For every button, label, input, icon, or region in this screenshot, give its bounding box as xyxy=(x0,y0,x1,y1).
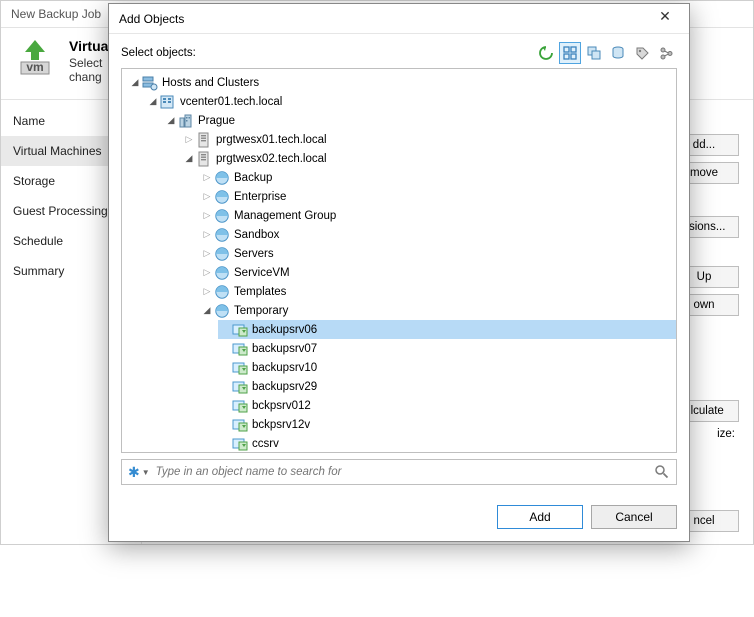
expand-icon[interactable]: ▷ xyxy=(200,267,214,278)
tree-item-label: backupsrv07 xyxy=(252,343,317,355)
tree-row[interactable]: backupsrv29 xyxy=(218,377,676,396)
tree-item-label: Templates xyxy=(234,286,286,298)
pool-icon xyxy=(214,227,230,243)
dialog-titlebar: Add Objects ✕ xyxy=(109,4,689,34)
tree-row[interactable]: ▷ ServiceVM xyxy=(200,263,676,282)
tree-item-label: vcenter01.tech.local xyxy=(180,96,282,108)
tree-item-label: bckpsrv12v xyxy=(252,419,310,431)
pool-icon xyxy=(214,170,230,186)
pool-icon xyxy=(214,303,230,319)
expand-icon[interactable]: ▷ xyxy=(200,248,214,259)
svg-text:vm: vm xyxy=(26,60,43,74)
collapse-icon[interactable]: ◢ xyxy=(164,115,178,126)
expand-icon[interactable]: ▷ xyxy=(182,134,196,145)
tree-row[interactable]: backupsrv07 xyxy=(218,339,676,358)
view-datastores-icon[interactable] xyxy=(607,42,629,64)
collapse-icon[interactable]: ◢ xyxy=(200,305,214,316)
view-hierarchy-icon[interactable] xyxy=(655,42,677,64)
search-star-icon: ✱ xyxy=(128,464,140,481)
tree-row[interactable]: ◢ vcenter01.tech.local xyxy=(146,92,676,111)
tree-row[interactable]: ▷ Servers xyxy=(200,244,676,263)
tree-row[interactable]: bckpsrv12v xyxy=(218,415,676,434)
tree-row[interactable]: ▷ Backup xyxy=(200,168,676,187)
banner-title: Virtual xyxy=(69,38,112,54)
pool-icon xyxy=(214,208,230,224)
vm-icon xyxy=(232,322,248,338)
dialog-cancel-button[interactable]: Cancel xyxy=(591,505,677,529)
vm-icon xyxy=(232,417,248,433)
object-tree[interactable]: ◢Hosts and Clusters◢vcenter01.tech.local… xyxy=(121,68,677,453)
vm-icon xyxy=(232,398,248,414)
search-bar[interactable]: ✱ ▼ xyxy=(121,459,677,485)
pool-icon xyxy=(214,246,230,262)
tree-row[interactable]: ▷ Sandbox xyxy=(200,225,676,244)
tree-item-label: prgtwesx02.tech.local xyxy=(216,153,327,165)
tree-item-label: Servers xyxy=(234,248,274,260)
tree-item-label: Enterprise xyxy=(234,191,286,203)
expand-icon[interactable]: ▷ xyxy=(200,229,214,240)
tree-row[interactable]: ◢ Temporary xyxy=(200,301,676,320)
collapse-icon[interactable]: ◢ xyxy=(182,153,196,164)
view-toolbar xyxy=(535,42,677,64)
vm-icon xyxy=(232,436,248,452)
expand-icon[interactable]: ▷ xyxy=(200,191,214,202)
infra-icon xyxy=(142,75,158,91)
wizard-vm-icon: vm xyxy=(15,38,55,78)
tree-row[interactable]: backupsrv06 xyxy=(218,320,676,339)
tree-row[interactable]: ccsrv xyxy=(218,434,676,453)
dialog-title: Add Objects xyxy=(119,12,184,26)
tree-item-label: Sandbox xyxy=(234,229,279,241)
tree-item-label: Temporary xyxy=(234,305,288,317)
pool-icon xyxy=(214,265,230,281)
tree-row[interactable]: ◢ prgtwesx02.tech.local xyxy=(182,149,676,168)
tree-item-label: ServiceVM xyxy=(234,267,290,279)
tree-row[interactable]: ◢ Prague xyxy=(164,111,676,130)
tree-item-label: Prague xyxy=(198,115,235,127)
datacenter-icon xyxy=(178,113,194,129)
expand-icon[interactable]: ▷ xyxy=(200,210,214,221)
add-objects-dialog: Add Objects ✕ Select objects: ◢Hosts and… xyxy=(108,3,690,542)
vcenter-icon xyxy=(160,94,176,110)
view-vms-icon[interactable] xyxy=(583,42,605,64)
search-dropdown-icon[interactable]: ▼ xyxy=(142,468,150,477)
tree-row[interactable]: ▷ Enterprise xyxy=(200,187,676,206)
search-input[interactable] xyxy=(156,466,654,478)
tree-row[interactable]: ▷ Templates xyxy=(200,282,676,301)
refresh-icon[interactable] xyxy=(535,42,557,64)
tree-item-label: Management Group xyxy=(234,210,336,222)
vm-icon xyxy=(232,360,248,376)
tree-item-label: Backup xyxy=(234,172,272,184)
host-icon xyxy=(196,132,212,148)
dialog-add-button[interactable]: Add xyxy=(497,505,583,529)
banner-line2: chang xyxy=(69,70,102,84)
tree-item-label: prgtwesx01.tech.local xyxy=(216,134,327,146)
view-tags-icon[interactable] xyxy=(631,42,653,64)
collapse-icon[interactable]: ◢ xyxy=(146,96,160,107)
host-icon xyxy=(196,151,212,167)
banner-line1: Select xyxy=(69,56,102,70)
search-icon[interactable] xyxy=(654,464,670,480)
total-size-label: ize: xyxy=(717,428,735,440)
expand-icon[interactable]: ▷ xyxy=(200,286,214,297)
tree-item-label: backupsrv10 xyxy=(252,362,317,374)
tree-row[interactable]: ◢ Hosts and Clusters xyxy=(128,73,676,92)
tree-row[interactable]: ▷ prgtwesx01.tech.local xyxy=(182,130,676,149)
vm-icon xyxy=(232,341,248,357)
close-icon[interactable]: ✕ xyxy=(651,8,679,30)
tree-item-label: backupsrv29 xyxy=(252,381,317,393)
view-hosts-icon[interactable] xyxy=(559,42,581,64)
pool-icon xyxy=(214,284,230,300)
expand-icon[interactable]: ▷ xyxy=(200,172,214,183)
tree-row[interactable]: bckpsrv012 xyxy=(218,396,676,415)
tree-item-label: backupsrv06 xyxy=(252,324,317,336)
tree-item-label: ccsrv xyxy=(252,438,279,450)
collapse-icon[interactable]: ◢ xyxy=(128,77,142,88)
vm-icon xyxy=(232,379,248,395)
tree-row[interactable]: ▷ Management Group xyxy=(200,206,676,225)
tree-item-label: Hosts and Clusters xyxy=(162,77,259,89)
select-objects-label: Select objects: xyxy=(121,47,196,59)
tree-item-label: bckpsrv012 xyxy=(252,400,311,412)
tree-row[interactable]: backupsrv10 xyxy=(218,358,676,377)
pool-icon xyxy=(214,189,230,205)
